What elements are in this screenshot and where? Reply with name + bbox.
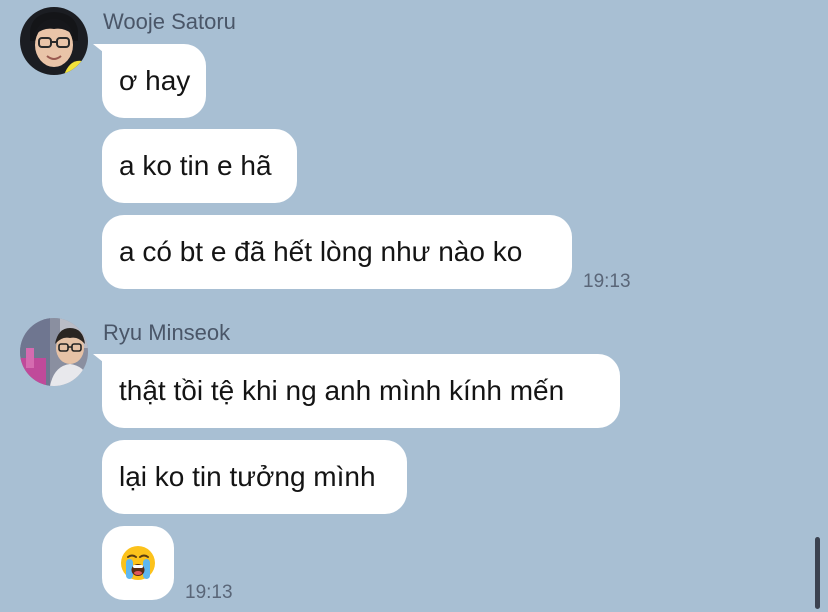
scrollbar-thumb[interactable] <box>815 537 820 609</box>
message-bubble[interactable]: thật tồi tệ khi ng anh mình kính mến <box>102 354 620 428</box>
message-bubble[interactable]: a ko tin e hã <box>102 129 297 203</box>
message-bubble[interactable]: a có bt e đã hết lòng như nào ko <box>102 215 572 289</box>
chat-area: Wooje Satoru ơ hay a ko tin e hã a có bt… <box>0 0 828 612</box>
emoji-message-bubble[interactable] <box>102 526 174 600</box>
message-timestamp: 19:13 <box>583 271 631 292</box>
sender-name: Ryu Minseok <box>103 320 231 345</box>
avatar-minseok-photo <box>20 318 88 386</box>
sender-name: Wooje Satoru <box>103 9 236 34</box>
avatar-wooje[interactable] <box>20 7 88 75</box>
message-text: thật tồi tệ khi ng anh mình kính mến <box>119 375 565 406</box>
avatar-minseok[interactable] <box>20 318 88 386</box>
message-text: ơ hay <box>119 65 191 96</box>
message-text: lại ko tin tưởng mình <box>119 461 376 492</box>
message-text: a ko tin e hã <box>119 150 272 181</box>
message-bubble[interactable]: lại ko tin tưởng mình <box>102 440 407 514</box>
avatar-wooje-photo <box>20 7 88 75</box>
message-timestamp: 19:13 <box>185 582 233 603</box>
loudly-crying-face-icon <box>120 545 156 581</box>
message-text: a có bt e đã hết lòng như nào ko <box>119 236 523 267</box>
message-bubble[interactable]: ơ hay <box>102 44 206 118</box>
